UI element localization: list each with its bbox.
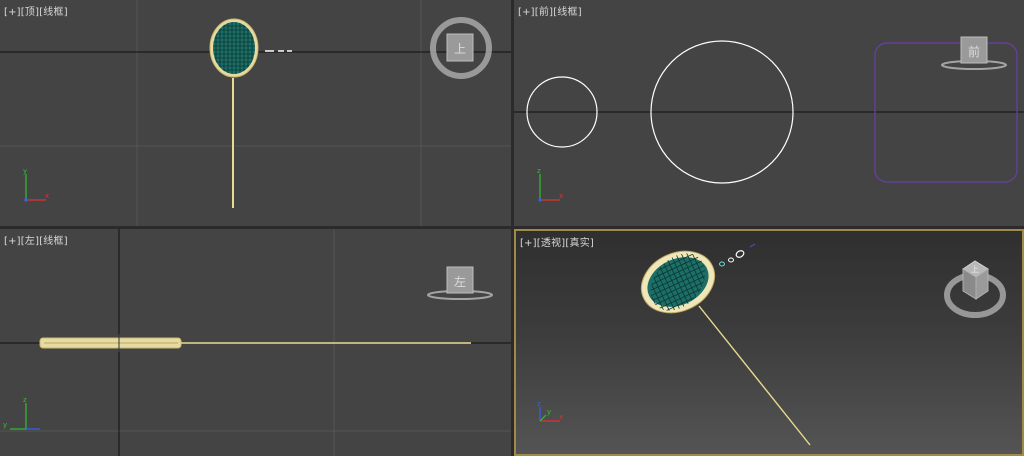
shuttle-parts[interactable] (719, 243, 756, 267)
shading-mode-label[interactable]: [线框] (39, 236, 68, 247)
racket-handle[interactable] (698, 305, 811, 446)
viewport-menu-button[interactable]: [+] (4, 236, 21, 247)
viewcube[interactable]: 左 (427, 266, 493, 300)
axis-x-label: x (559, 192, 563, 200)
viewport-top-canvas[interactable]: 上 y x (0, 0, 511, 226)
viewport-left-canvas[interactable]: 左 z y (0, 229, 511, 456)
viewport-top-label: [+][顶][线框] (4, 3, 68, 18)
viewport-menu-button[interactable]: [+] (4, 7, 21, 18)
viewcube-face-label: 前 (968, 44, 980, 59)
axis-tripod: z x (537, 167, 563, 202)
shading-mode-label[interactable]: [线框] (553, 7, 582, 18)
viewcube[interactable]: 上 (430, 17, 492, 79)
viewport-front-label: [+][前][线框] (518, 3, 582, 18)
viewport-menu-button[interactable]: [+] (520, 238, 537, 249)
viewcube-face-label: 上 (971, 265, 979, 274)
axis-tripod: y x (23, 167, 49, 202)
viewport-perspective-label: [+][透视][真实] (520, 234, 594, 249)
viewport-left-label: [+][左][线框] (4, 232, 68, 247)
view-type-label[interactable]: [顶] (21, 7, 39, 18)
shading-mode-label[interactable]: [线框] (39, 7, 68, 18)
viewcube-face-label: 上 (454, 42, 466, 56)
view-type-label[interactable]: [左] (21, 236, 39, 247)
view-type-label[interactable]: [前] (535, 7, 553, 18)
axis-z-label: z (23, 396, 27, 404)
viewport-top[interactable]: 上 y x [+][顶][线框] (0, 0, 511, 226)
axis-z-label: z (537, 400, 541, 408)
viewport-perspective-canvas[interactable]: 上 z x y (516, 231, 1022, 454)
viewport-left[interactable]: 左 z y [+][左][线框] (0, 229, 511, 456)
viewcube-face-label: 左 (454, 274, 466, 289)
viewport-menu-button[interactable]: [+] (518, 7, 535, 18)
axis-tripod: z x y (537, 400, 563, 422)
viewport-front-canvas[interactable]: 前 z x (514, 0, 1024, 226)
axis-x-label: x (559, 413, 563, 421)
shading-mode-label[interactable]: [真实] (565, 238, 594, 249)
viewcube[interactable]: 前 (941, 36, 1007, 70)
axis-tripod: z y (3, 396, 40, 430)
axis-z-label: z (537, 167, 541, 175)
viewport-front[interactable]: 前 z x [+][前][线框] (514, 0, 1024, 226)
view-type-label[interactable]: [透视] (537, 238, 566, 249)
axis-y-label: y (547, 408, 551, 416)
viewcube[interactable]: 上 (944, 260, 1006, 318)
axis-x-label: x (45, 192, 49, 200)
axis-y-label: y (23, 167, 27, 175)
axis-y-label: y (3, 421, 7, 429)
viewport-perspective[interactable]: 上 z x y [+][透视][真实] (514, 229, 1024, 456)
